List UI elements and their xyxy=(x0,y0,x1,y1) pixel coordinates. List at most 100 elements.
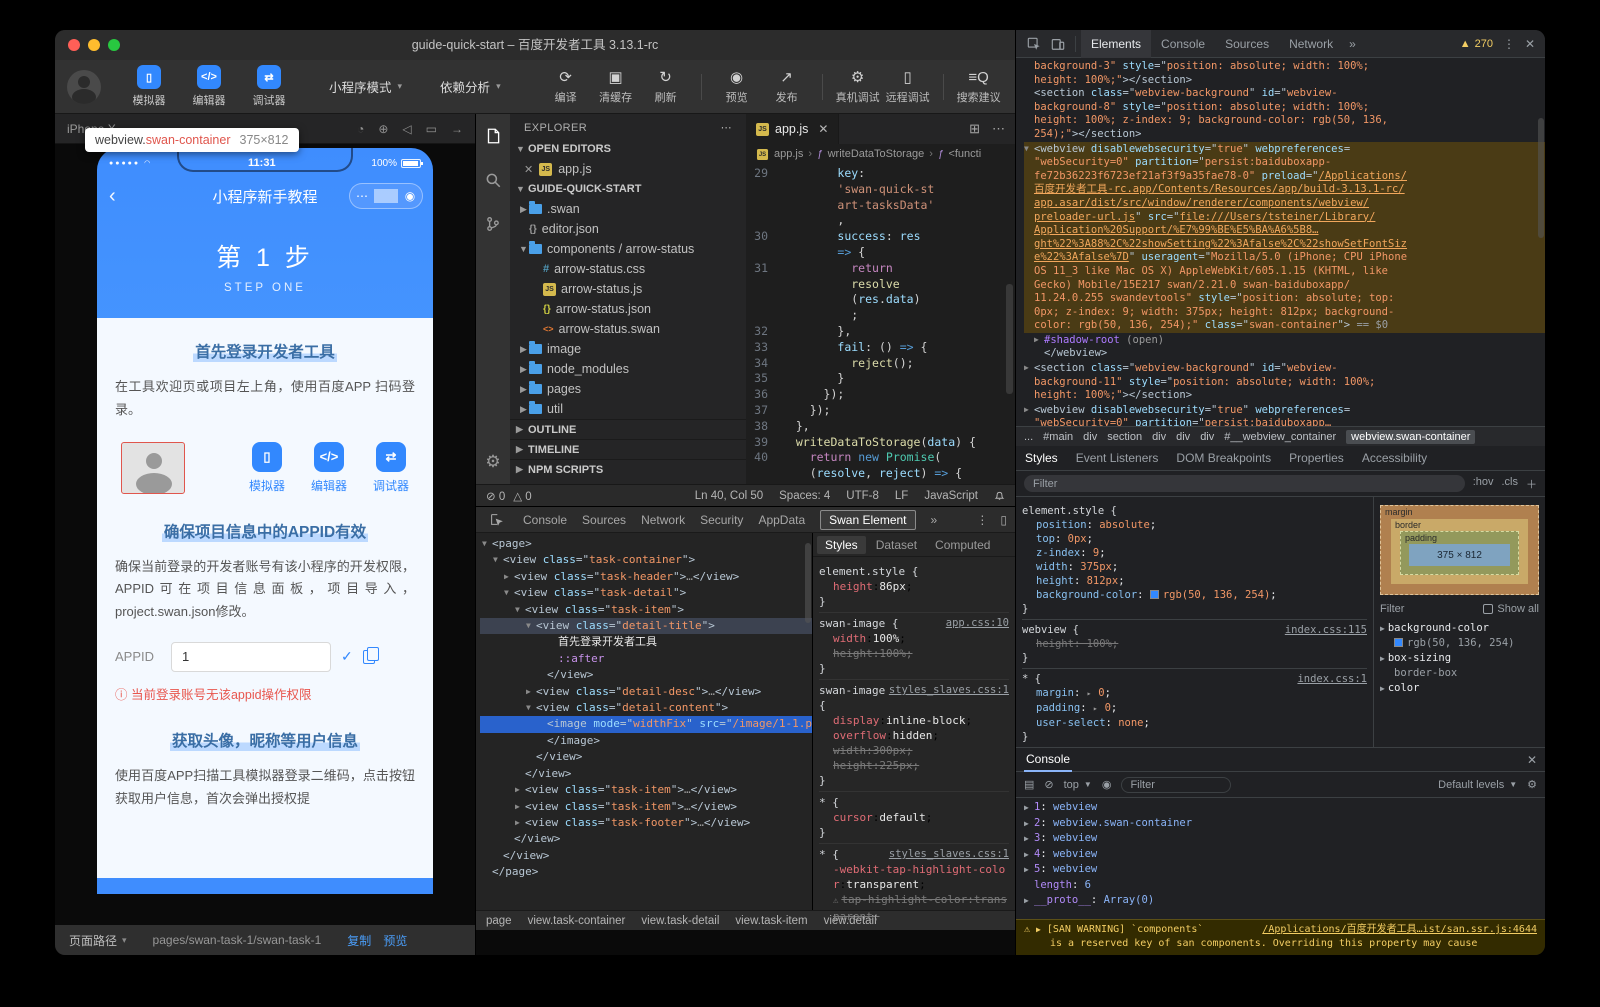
preview-button[interactable]: ◉预览 xyxy=(712,69,762,105)
tab-appdata[interactable]: AppData xyxy=(758,513,805,527)
tab-dom-breakpoints[interactable]: DOM Breakpoints xyxy=(1167,451,1280,465)
dom-node[interactable]: ▶<webview disablewebsecurity="true" webp… xyxy=(1024,403,1545,418)
computed-property[interactable]: ▶color xyxy=(1380,681,1539,696)
expand-icon[interactable]: → xyxy=(451,122,463,136)
editor-mode-button[interactable]: </>编辑器 xyxy=(187,65,231,108)
css-property[interactable]: ⚠tap-highlight-color:transparent; xyxy=(819,892,1009,924)
dom-node[interactable]: </view> xyxy=(480,848,812,864)
dom-node[interactable]: ▼<view class="detail-title"> xyxy=(480,618,812,634)
toggle-hover-state[interactable]: :hov xyxy=(1473,476,1494,492)
zoom-window-button[interactable] xyxy=(108,39,120,51)
css-property[interactable]: background-color: rgb(50, 136, 254); xyxy=(1022,588,1367,602)
tree-item-arrow-status-json[interactable]: {}arrow-status.json xyxy=(510,299,746,319)
dom-node[interactable]: ▼<webview disablewebsecurity="true" webp… xyxy=(1024,142,1545,157)
dom-node[interactable]: 11.24.0.255 swandevtools" style="positio… xyxy=(1024,292,1545,306)
css-property[interactable]: height:100%; xyxy=(819,646,1009,661)
console-settings-icon[interactable]: ⚙ xyxy=(1527,778,1537,791)
dom-node[interactable]: fe72b36223f6723ef21af3f9a35fae78-0" prel… xyxy=(1024,170,1545,184)
dom-node[interactable]: ▶#shadow-root (open) xyxy=(1024,333,1545,348)
stylesheet-link[interactable]: index.css:1 xyxy=(1297,672,1367,686)
tab-dataset[interactable]: Dataset xyxy=(868,536,925,554)
css-property[interactable]: height:225px; xyxy=(819,758,1009,773)
dom-node[interactable]: 百度开发者工具-rc.app/Contents/Resources/app/bu… xyxy=(1024,183,1545,197)
debugger-mode-button[interactable]: ⇄调试器 xyxy=(247,65,291,108)
search-suggest-button[interactable]: ≡Q搜索建议 xyxy=(954,69,1004,105)
back-chevron-icon[interactable]: ‹ xyxy=(109,185,116,208)
dom-node[interactable]: ::after xyxy=(480,651,812,667)
warning-source-link[interactable]: /Applications/百度开发者工具…ist/san.ssr.js:464… xyxy=(1262,923,1537,937)
tab-sources[interactable]: Sources xyxy=(1215,30,1279,58)
dom-node[interactable]: OS 11_3 like Mac OS X) AppleWebKit/605.1… xyxy=(1024,265,1545,279)
dom-node[interactable]: </view> xyxy=(480,766,812,782)
dom-node[interactable]: height: 100%;"></section> xyxy=(1024,389,1545,403)
language-mode[interactable]: JavaScript xyxy=(924,490,978,502)
tab-computed[interactable]: Computed xyxy=(927,536,998,554)
computed-filter[interactable]: Filter xyxy=(1380,603,1404,615)
dom-node[interactable]: 首先登录开发者工具 xyxy=(480,634,812,650)
dom-node[interactable]: ▼<view class="task-container"> xyxy=(480,552,812,568)
css-property[interactable]: top: 0px; xyxy=(1022,532,1367,546)
tab-event-listeners[interactable]: Event Listeners xyxy=(1067,451,1168,465)
tab-accessibility[interactable]: Accessibility xyxy=(1353,451,1436,465)
tree-item-arrow-status-css[interactable]: #arrow-status.css xyxy=(510,259,746,279)
outline-section[interactable]: ▶ OUTLINE xyxy=(510,419,746,439)
tab-sources[interactable]: Sources xyxy=(582,513,626,527)
refresh-button[interactable]: ↻刷新 xyxy=(641,69,691,105)
breadcrumb-item[interactable]: div xyxy=(1176,431,1190,443)
search-icon[interactable] xyxy=(483,170,503,190)
styles-filter-input[interactable] xyxy=(1024,475,1465,492)
simulator-screen[interactable]: ●●●●● ◠ 11:31 100% ‹ 小程序新手教程 ⋯ ◉ xyxy=(97,148,433,894)
dom-node[interactable]: 254);"></section> xyxy=(1024,128,1545,142)
copy-icon[interactable] xyxy=(363,650,375,664)
dom-node[interactable]: background-8" style="position: absolute;… xyxy=(1024,101,1545,115)
console-entry[interactable]: ▶1: webview xyxy=(1024,800,1537,816)
simulator-mode-button[interactable]: ▯模拟器 xyxy=(127,65,171,108)
box-model-margin[interactable]: margin border padding 375 × 812 xyxy=(1380,505,1539,595)
tab-styles[interactable]: Styles xyxy=(817,536,866,554)
dom-node[interactable]: ▼<view class="task-item"> xyxy=(480,602,812,618)
css-property[interactable]: position: absolute; xyxy=(1022,518,1367,532)
tree-item--swan[interactable]: ▶.swan xyxy=(510,199,746,219)
open-editor-item[interactable]: ✕ JS app.js xyxy=(510,159,746,179)
dom-node[interactable]: </view> xyxy=(480,749,812,765)
dom-node[interactable]: height: 100%;"></section> xyxy=(1024,74,1545,88)
tree-item-editor-json[interactable]: {}editor.json xyxy=(510,219,746,239)
tab-styles[interactable]: Styles xyxy=(1016,451,1067,465)
scrollbar-thumb[interactable] xyxy=(1006,284,1013,394)
breadcrumb-item[interactable]: page xyxy=(486,915,512,927)
split-editor-icon[interactable]: ⊞ xyxy=(969,121,980,137)
dom-node[interactable]: ▼<view class="task-detail"> xyxy=(480,585,812,601)
breadcrumb-item[interactable]: <functi xyxy=(948,148,981,160)
css-property[interactable]: -webkit-tap-highlight-color:transparent; xyxy=(819,862,1009,892)
tree-item-pages[interactable]: ▶pages xyxy=(510,379,746,399)
console-entry[interactable]: length: 6 xyxy=(1024,878,1537,894)
home-icon[interactable]: ◉ xyxy=(398,189,422,203)
css-property[interactable]: display:inline-block; xyxy=(819,713,1009,728)
dom-node[interactable]: height: 100%; z-index: 9; background-col… xyxy=(1024,114,1545,128)
project-section[interactable]: ▼ GUIDE-QUICK-START xyxy=(510,179,746,199)
console-tab[interactable]: Console xyxy=(1024,748,1072,772)
tab-console[interactable]: Console xyxy=(523,513,567,527)
stylesheet-link[interactable]: styles_slaves.css:1 xyxy=(889,683,1009,713)
computed-property[interactable]: ▶background-color xyxy=(1380,621,1539,636)
tab-console[interactable]: Console xyxy=(1151,30,1215,58)
console-entry[interactable]: ▶3: webview xyxy=(1024,831,1537,847)
more-icon[interactable]: ⋯ xyxy=(721,121,732,134)
css-property[interactable]: cursor:default; xyxy=(819,810,1009,825)
dom-node[interactable]: ▶<view class="detail-desc">…</view> xyxy=(480,684,812,700)
console-entry[interactable]: ▶4: webview xyxy=(1024,847,1537,863)
clear-console-icon[interactable]: ⊘ xyxy=(1044,778,1053,791)
more-icon[interactable]: ⋯ xyxy=(350,189,374,203)
breadcrumb-item[interactable]: view.task-item xyxy=(735,915,807,927)
account-icon[interactable]: ◔ xyxy=(357,122,364,136)
css-property[interactable]: height: 812px; xyxy=(1022,574,1367,588)
css-property[interactable]: overflow:hidden; xyxy=(819,728,1009,743)
console-entry[interactable]: ▶5: webview xyxy=(1024,862,1537,878)
tree-item-arrow-status-js[interactable]: JSarrow-status.js xyxy=(510,279,746,299)
dom-node[interactable]: ght%22%3A88%2C%22showSetting%22%3Afalse%… xyxy=(1024,238,1545,252)
dom-node[interactable]: ▶<view class="task-item">…</view> xyxy=(480,799,812,815)
sim-simulator-button[interactable]: ▯模拟器 xyxy=(249,442,285,494)
dom-node[interactable]: <section class="webview-background" id="… xyxy=(1024,87,1545,101)
console-sidebar-icon[interactable]: ▤ xyxy=(1024,778,1034,791)
more-tabs-icon[interactable]: » xyxy=(931,513,938,527)
